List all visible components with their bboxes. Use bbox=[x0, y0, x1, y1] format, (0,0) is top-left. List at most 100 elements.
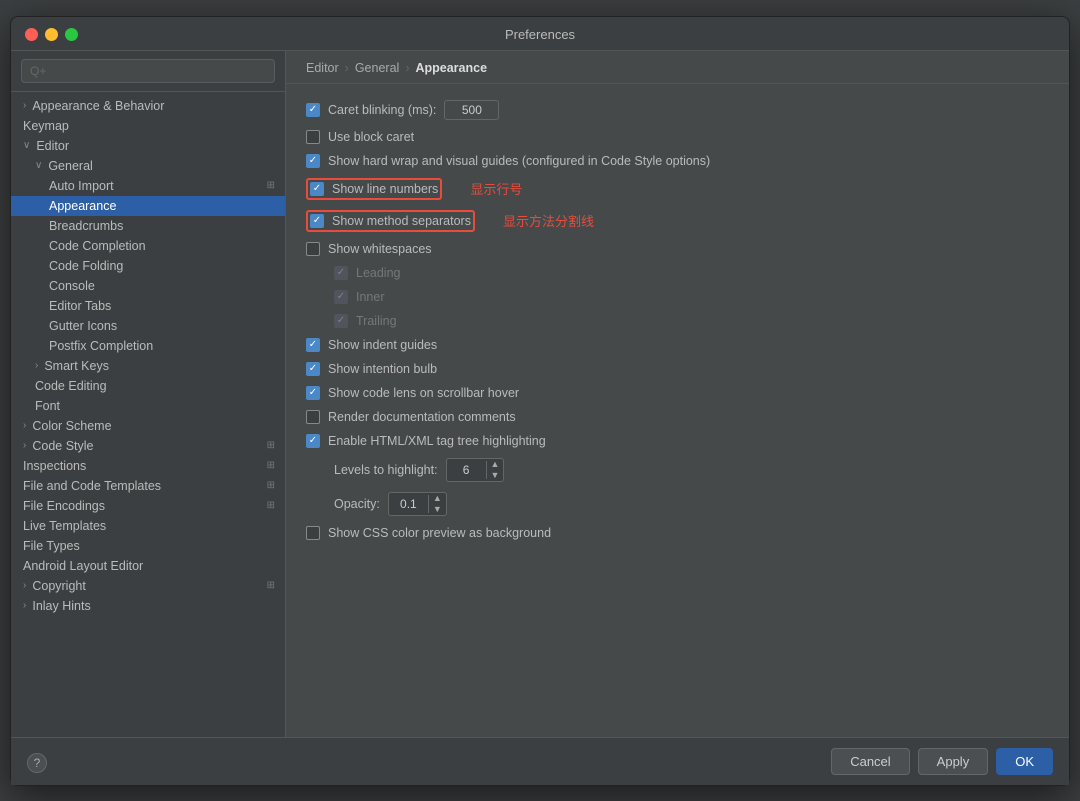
sidebar-item-label: Code Completion bbox=[49, 239, 146, 253]
leading-checkbox[interactable] bbox=[334, 266, 348, 280]
sidebar-item-live-templates[interactable]: Live Templates bbox=[11, 516, 285, 536]
sidebar-item-font[interactable]: Font bbox=[11, 396, 285, 416]
opacity-spinner-buttons: ▲ ▼ bbox=[429, 493, 446, 515]
expand-arrow: › bbox=[23, 420, 26, 431]
breadcrumb-part1: Editor bbox=[306, 61, 339, 75]
minimize-button[interactable] bbox=[45, 28, 58, 41]
sidebar-item-label: General bbox=[48, 159, 92, 173]
sidebar-item-label: Gutter Icons bbox=[49, 319, 117, 333]
render-documentation-checkbox[interactable] bbox=[306, 410, 320, 424]
trailing-checkbox[interactable] bbox=[334, 314, 348, 328]
show-method-separators-annotation: 显示方法分割线 bbox=[503, 211, 594, 230]
enable-html-xml-label: Enable HTML/XML tag tree highlighting bbox=[328, 434, 546, 448]
leading-label: Leading bbox=[356, 266, 401, 280]
sidebar-item-editor[interactable]: ∨ Editor bbox=[11, 136, 285, 156]
show-css-color-checkbox[interactable] bbox=[306, 526, 320, 540]
help-button[interactable]: ? bbox=[27, 753, 47, 773]
dialog-title: Preferences bbox=[505, 27, 575, 42]
sidebar-item-code-style[interactable]: › Code Style ⊞ bbox=[11, 436, 285, 456]
caret-blinking-checkbox[interactable] bbox=[306, 103, 320, 117]
inner-checkbox[interactable] bbox=[334, 290, 348, 304]
sidebar-item-code-completion[interactable]: Code Completion bbox=[11, 236, 285, 256]
close-button[interactable] bbox=[25, 28, 38, 41]
sidebar-item-console[interactable]: Console bbox=[11, 276, 285, 296]
opacity-value: 0.1 bbox=[389, 495, 429, 513]
show-intention-bulb-row: Show intention bulb bbox=[306, 362, 1049, 376]
sidebar-item-breadcrumbs[interactable]: Breadcrumbs bbox=[11, 216, 285, 236]
show-indent-guides-row: Show indent guides bbox=[306, 338, 1049, 352]
show-line-numbers-highlight: Show line numbers bbox=[306, 178, 442, 200]
preferences-dialog: Preferences › Appearance & Behavior Keym… bbox=[10, 16, 1070, 786]
sidebar-item-label: Font bbox=[35, 399, 60, 413]
show-css-color-row: Show CSS color preview as background bbox=[306, 526, 1049, 540]
enable-html-xml-checkbox[interactable] bbox=[306, 434, 320, 448]
opacity-label: Opacity: bbox=[334, 497, 380, 511]
sidebar-item-general[interactable]: ∨ General bbox=[11, 156, 285, 176]
show-whitespaces-checkbox[interactable] bbox=[306, 242, 320, 256]
sidebar-item-code-editing[interactable]: Code Editing bbox=[11, 376, 285, 396]
sidebar-item-code-folding[interactable]: Code Folding bbox=[11, 256, 285, 276]
show-hard-wrap-label: Show hard wrap and visual guides (config… bbox=[328, 154, 710, 168]
expand-arrow: ∨ bbox=[23, 140, 30, 151]
traffic-lights bbox=[25, 28, 78, 41]
apply-button[interactable]: Apply bbox=[918, 748, 989, 775]
show-whitespaces-row: Show whitespaces bbox=[306, 242, 1049, 256]
sidebar-item-label: Copyright bbox=[32, 579, 86, 593]
show-line-numbers-label: Show line numbers bbox=[332, 182, 438, 196]
show-code-lens-row: Show code lens on scrollbar hover bbox=[306, 386, 1049, 400]
breadcrumb-sep2: › bbox=[405, 61, 409, 75]
ok-button[interactable]: OK bbox=[996, 748, 1053, 775]
show-whitespaces-label: Show whitespaces bbox=[328, 242, 432, 256]
opacity-increment[interactable]: ▲ bbox=[429, 493, 446, 504]
sidebar-item-auto-import[interactable]: Auto Import ⊞ bbox=[11, 176, 285, 196]
sidebar-item-android-layout-editor[interactable]: Android Layout Editor bbox=[11, 556, 285, 576]
sidebar-item-appearance[interactable]: Appearance bbox=[11, 196, 285, 216]
sidebar-item-label: Breadcrumbs bbox=[49, 219, 123, 233]
sidebar-item-smart-keys[interactable]: › Smart Keys bbox=[11, 356, 285, 376]
titlebar: Preferences bbox=[11, 17, 1069, 51]
sidebar-item-color-scheme[interactable]: › Color Scheme bbox=[11, 416, 285, 436]
sidebar-item-copyright[interactable]: › Copyright ⊞ bbox=[11, 576, 285, 596]
sidebar-item-label: Code Folding bbox=[49, 259, 123, 273]
cancel-button[interactable]: Cancel bbox=[831, 748, 909, 775]
levels-decrement[interactable]: ▼ bbox=[487, 470, 504, 481]
sidebar-item-appearance-behavior[interactable]: › Appearance & Behavior bbox=[11, 96, 285, 116]
opacity-spinner[interactable]: 0.1 ▲ ▼ bbox=[388, 492, 447, 516]
sidebar-item-editor-tabs[interactable]: Editor Tabs bbox=[11, 296, 285, 316]
show-method-separators-row: Show method separators 显示方法分割线 bbox=[306, 210, 1049, 232]
show-line-numbers-annotation: 显示行号 bbox=[470, 179, 522, 198]
copy-icon: ⊞ bbox=[267, 180, 275, 191]
show-method-separators-label: Show method separators bbox=[332, 214, 471, 228]
sidebar-item-gutter-icons[interactable]: Gutter Icons bbox=[11, 316, 285, 336]
sidebar-item-inspections[interactable]: Inspections ⊞ bbox=[11, 456, 285, 476]
use-block-caret-label: Use block caret bbox=[328, 130, 414, 144]
show-hard-wrap-checkbox[interactable] bbox=[306, 154, 320, 168]
sidebar-item-inlay-hints[interactable]: › Inlay Hints bbox=[11, 596, 285, 616]
levels-increment[interactable]: ▲ bbox=[487, 459, 504, 470]
expand-arrow: ∨ bbox=[35, 160, 42, 171]
sidebar-item-file-encodings[interactable]: File Encodings ⊞ bbox=[11, 496, 285, 516]
render-documentation-row: Render documentation comments bbox=[306, 410, 1049, 424]
show-hard-wrap-row: Show hard wrap and visual guides (config… bbox=[306, 154, 1049, 168]
sidebar-item-file-code-templates[interactable]: File and Code Templates ⊞ bbox=[11, 476, 285, 496]
sidebar-item-postfix-completion[interactable]: Postfix Completion bbox=[11, 336, 285, 356]
show-method-separators-checkbox[interactable] bbox=[310, 214, 324, 228]
copy-icon: ⊞ bbox=[267, 580, 275, 591]
opacity-decrement[interactable]: ▼ bbox=[429, 504, 446, 515]
levels-spinner[interactable]: 6 ▲ ▼ bbox=[446, 458, 505, 482]
show-intention-bulb-checkbox[interactable] bbox=[306, 362, 320, 376]
levels-value: 6 bbox=[447, 461, 487, 479]
levels-to-highlight-row: Levels to highlight: 6 ▲ ▼ bbox=[334, 458, 1049, 482]
breadcrumb-part2: General bbox=[355, 61, 399, 75]
use-block-caret-checkbox[interactable] bbox=[306, 130, 320, 144]
show-indent-guides-checkbox[interactable] bbox=[306, 338, 320, 352]
show-line-numbers-checkbox[interactable] bbox=[310, 182, 324, 196]
expand-arrow: › bbox=[35, 360, 38, 371]
maximize-button[interactable] bbox=[65, 28, 78, 41]
caret-blinking-input[interactable] bbox=[444, 100, 499, 120]
show-code-lens-checkbox[interactable] bbox=[306, 386, 320, 400]
search-input[interactable] bbox=[21, 59, 275, 83]
sidebar-item-keymap[interactable]: Keymap bbox=[11, 116, 285, 136]
right-panel: Editor › General › Appearance Caret blin… bbox=[286, 51, 1069, 737]
sidebar-item-file-types[interactable]: File Types bbox=[11, 536, 285, 556]
